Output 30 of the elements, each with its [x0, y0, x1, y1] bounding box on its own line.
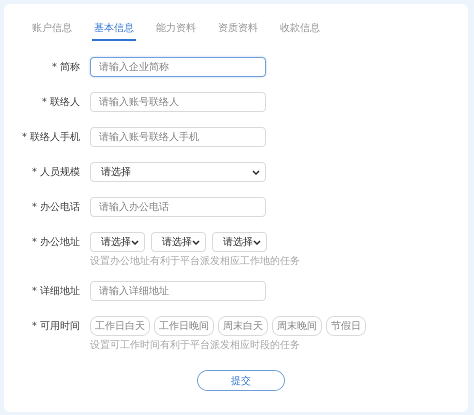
dropdown[interactable]: 请选择: [151, 232, 206, 252]
time-option[interactable]: 节假日: [326, 316, 366, 336]
field-label: * 办公电话: [30, 200, 81, 215]
dropdown[interactable]: 请选择: [90, 162, 266, 182]
tab[interactable]: 基本信息: [92, 18, 136, 41]
time-option[interactable]: 工作日白天: [90, 316, 150, 336]
caret-icon: [131, 240, 139, 244]
field-label: * 人员规模: [30, 166, 81, 180]
tab[interactable]: 能力资料: [154, 18, 198, 41]
dropdown[interactable]: 请选择: [212, 232, 267, 252]
tab[interactable]: 资质资料: [216, 18, 260, 41]
hint-text: 设置可工作时间有利于平台派发相应时段的任务: [90, 338, 301, 352]
tab[interactable]: 账户信息: [30, 18, 74, 41]
time-option[interactable]: 工作日晚间: [154, 316, 214, 336]
submit-button[interactable]: 提交: [197, 370, 285, 391]
input-field[interactable]: 请输入企业简称: [90, 57, 266, 77]
time-option[interactable]: 周末白天: [218, 316, 268, 336]
tab[interactable]: 收款信息: [278, 18, 322, 41]
field-label: * 可用时间: [30, 320, 81, 334]
field-label: * 办公地址: [30, 236, 81, 250]
hint-text: 设置办公地址有利于平台派发相应工作地的任务: [90, 254, 300, 268]
dropdown[interactable]: 请选择: [90, 232, 145, 252]
field-label: * 联络人手机: [20, 130, 81, 145]
caret-icon: [252, 170, 260, 174]
caret-icon: [192, 240, 200, 244]
time-option[interactable]: 周末晚间: [272, 316, 322, 336]
caret-icon: [253, 240, 261, 244]
field-label: * 详细地址: [30, 284, 81, 299]
field-label: * 联络人: [40, 96, 81, 110]
field-label: * 简称: [50, 61, 81, 75]
